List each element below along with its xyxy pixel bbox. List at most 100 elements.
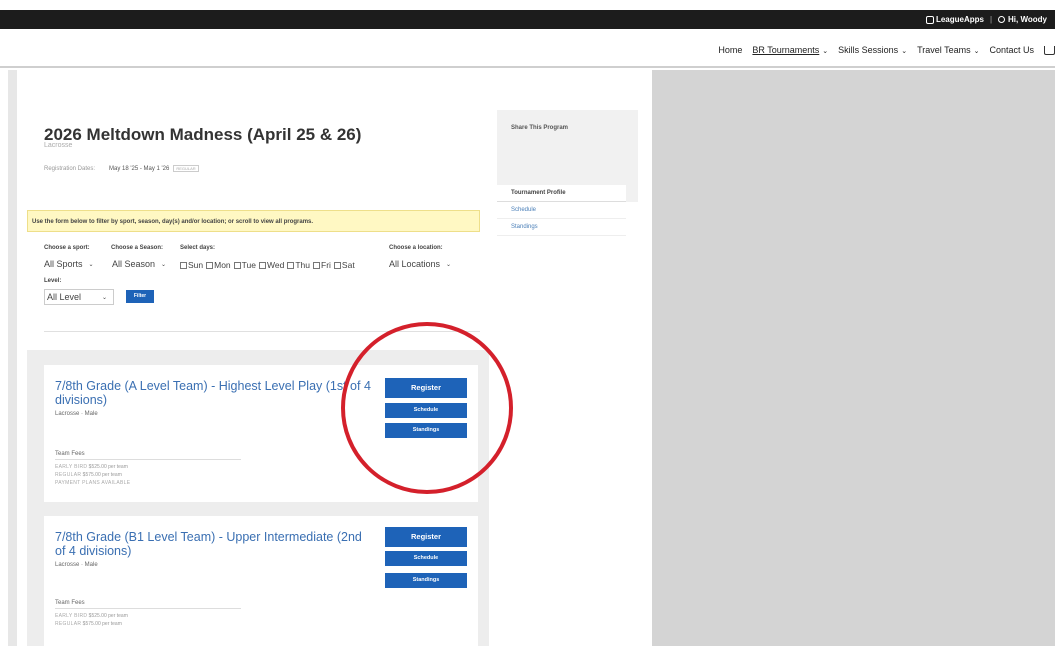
filter-button[interactable]: Filter xyxy=(126,290,154,303)
user-menu[interactable]: Hi, Woody xyxy=(998,15,1047,24)
level-select-value: All Level xyxy=(47,292,82,302)
standings-button[interactable]: Standings xyxy=(385,573,467,588)
sport-select-value: All Sports xyxy=(44,259,83,269)
chevron-down-icon: ⌄ xyxy=(101,294,107,301)
cart-icon xyxy=(1044,46,1055,55)
checkbox xyxy=(333,261,341,269)
page: LeagueApps | Hi, Woody Home BR Tournamen… xyxy=(0,0,1055,646)
fee-line: EARLY BIRD $525.00 per team xyxy=(55,612,241,620)
user-icon xyxy=(998,16,1006,24)
nav-item-skills-sessions[interactable]: Skills Sessions ⌄ xyxy=(838,45,907,56)
fee-value: $575.00 per team xyxy=(82,621,122,627)
days-checkboxes: Sun Mon Tue Wed Thu Fri Sat xyxy=(180,260,355,270)
day-checkbox-mon[interactable]: Mon xyxy=(206,260,231,270)
fees-heading: Team Fees xyxy=(55,451,241,460)
sport-label: Choose a sport: xyxy=(44,245,90,251)
nav-label: BR Tournaments xyxy=(752,45,820,55)
nav-label: Contact Us xyxy=(989,45,1034,55)
team-fees: Team Fees EARLY BIRD $525.00 per team RE… xyxy=(55,451,241,487)
left-gutter xyxy=(8,70,17,646)
nav-label: Home xyxy=(718,45,743,55)
day-label: Sat xyxy=(341,260,355,270)
level-select[interactable]: All Level ⌄ xyxy=(44,289,114,305)
registration-label: Registration Dates: xyxy=(44,166,96,172)
nav-label: Travel Teams xyxy=(917,45,971,55)
checkbox xyxy=(233,261,241,269)
red-circle-annotation xyxy=(341,322,513,494)
season-select[interactable]: All Season ⌄ xyxy=(112,259,166,269)
checkbox xyxy=(259,261,267,269)
nav-label: Skills Sessions xyxy=(838,45,899,55)
fee-line: EARLY BIRD $525.00 per team xyxy=(55,463,241,471)
program-sport: Lacrosse xyxy=(44,142,73,149)
day-checkbox-wed[interactable]: Wed xyxy=(259,260,284,270)
sidebar-item-tournament-profile[interactable]: Tournament Profile xyxy=(497,185,626,202)
status-badge: REGULAR xyxy=(173,165,199,172)
chevron-down-icon: ⌄ xyxy=(822,48,829,55)
chevron-down-icon: ⌄ xyxy=(88,261,94,268)
program-meta: Lacrosse · Male xyxy=(55,562,98,568)
right-gray-panel xyxy=(652,70,1055,646)
location-select[interactable]: All Locations ⌄ xyxy=(389,259,451,269)
checkbox xyxy=(206,261,214,269)
fee-label: PAYMENT PLANS AVAILABLE xyxy=(55,480,131,486)
top-bar-links: LeagueApps | Hi, Woody xyxy=(925,10,1047,29)
program-title-link[interactable]: 7/8th Grade (A Level Team) - Highest Lev… xyxy=(55,379,375,407)
day-label: Mon xyxy=(214,260,231,270)
nav-item-contact-us[interactable]: Contact Us xyxy=(989,45,1034,56)
checkbox xyxy=(180,261,187,269)
fee-value: $525.00 per team xyxy=(88,464,128,470)
nav-item-travel-teams[interactable]: Travel Teams ⌄ xyxy=(917,45,979,56)
day-checkbox-fri[interactable]: Fri xyxy=(313,260,331,270)
fee-line: PAYMENT PLANS AVAILABLE xyxy=(55,479,241,487)
team-fees: Team Fees EARLY BIRD $525.00 per team RE… xyxy=(55,600,241,628)
checkbox xyxy=(287,261,295,269)
nav-item-br-tournaments[interactable]: BR Tournaments ⌄ xyxy=(752,45,828,56)
nav-item-home[interactable]: Home xyxy=(718,45,742,56)
user-greeting: Hi, Woody xyxy=(1008,15,1047,24)
day-label: Tue xyxy=(241,260,257,270)
leagueapps-label: LeagueApps xyxy=(935,15,984,24)
day-checkbox-sun[interactable]: Sun xyxy=(180,260,203,270)
checkbox xyxy=(313,261,320,269)
chevron-down-icon: ⌄ xyxy=(446,261,452,268)
location-select-value: All Locations xyxy=(389,259,441,269)
sidebar-item-standings[interactable]: Standings xyxy=(497,219,626,236)
leagueapps-icon xyxy=(925,15,934,24)
fees-heading: Team Fees xyxy=(55,600,241,609)
fee-label: EARLY BIRD xyxy=(55,464,88,470)
location-label: Choose a location: xyxy=(389,245,443,251)
fee-label: EARLY BIRD xyxy=(55,613,88,619)
sidebar-menu: Tournament Profile Schedule Standings xyxy=(497,185,626,236)
sport-select[interactable]: All Sports ⌄ xyxy=(44,259,94,269)
registration-value: May 18 '25 - May 1 '26 xyxy=(109,166,170,172)
chevron-down-icon: ⌄ xyxy=(901,48,908,55)
fee-line: REGULAR $575.00 per team xyxy=(55,620,241,628)
registration-dates: Registration Dates: May 18 '25 - May 1 '… xyxy=(44,165,199,172)
main-nav: Home BR Tournaments ⌄ Skills Sessions ⌄ Tr… xyxy=(0,29,1055,68)
register-button[interactable]: Register xyxy=(385,527,467,547)
leagueapps-link[interactable]: LeagueApps xyxy=(925,15,984,24)
fee-line: REGULAR $575.00 per team xyxy=(55,471,241,479)
level-label: Level: xyxy=(44,278,62,284)
day-label: Wed xyxy=(267,260,285,270)
cart-button[interactable] xyxy=(1044,45,1055,56)
season-select-value: All Season xyxy=(112,259,156,269)
separator: | xyxy=(989,15,993,24)
day-checkbox-tue[interactable]: Tue xyxy=(233,260,257,270)
filter-notice: Use the form below to filter by sport, s… xyxy=(27,210,480,232)
day-checkbox-thu[interactable]: Thu xyxy=(287,260,310,270)
day-label: Sun xyxy=(188,260,204,270)
day-checkbox-sat[interactable]: Sat xyxy=(333,260,355,270)
program-title-link[interactable]: 7/8th Grade (B1 Level Team) - Upper Inte… xyxy=(55,530,375,558)
sidebar-item-schedule[interactable]: Schedule xyxy=(497,202,626,219)
season-label: Choose a Season: xyxy=(111,245,164,251)
share-heading: Share This Program xyxy=(511,125,569,131)
fee-label: REGULAR xyxy=(55,621,82,627)
day-label: Thu xyxy=(295,260,310,270)
day-label: Fri xyxy=(321,260,331,270)
fee-value: $525.00 per team xyxy=(88,613,128,619)
nav-list: Home BR Tournaments ⌄ Skills Sessions ⌄ Tr… xyxy=(718,45,1055,56)
program-meta: Lacrosse · Male xyxy=(55,411,98,417)
schedule-button[interactable]: Schedule xyxy=(385,551,467,566)
